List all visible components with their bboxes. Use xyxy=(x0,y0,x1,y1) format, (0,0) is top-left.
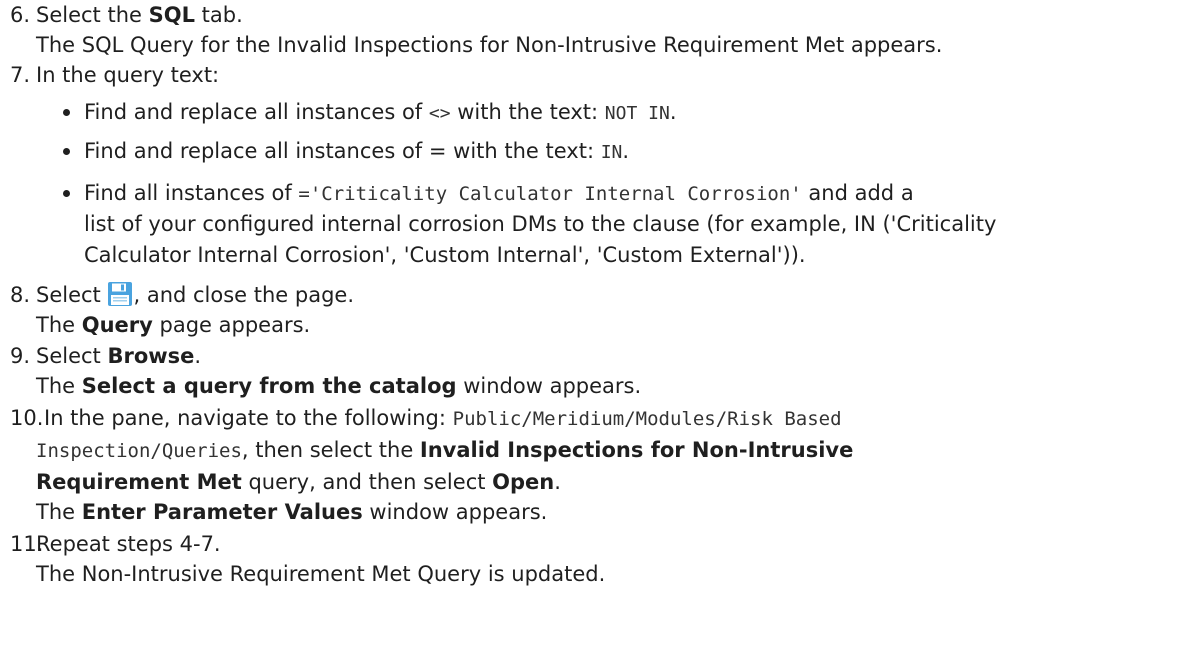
step-7-text: In the query text: xyxy=(36,63,220,87)
step-10-number: 10. xyxy=(10,406,44,430)
step-10-line-2: Inspection/Queries, then select the Inva… xyxy=(36,435,853,466)
step-9-text: Select Browse. xyxy=(36,341,201,371)
step-8-result-post: page appears. xyxy=(152,313,311,337)
bullet-3-line-2: list of your configured internal corrosi… xyxy=(84,212,997,236)
step-9-post: . xyxy=(194,344,202,368)
code-not-equal: <> xyxy=(428,103,451,124)
step-10-result-post: window appears. xyxy=(362,500,548,524)
step-10-mid2: query, and then select xyxy=(241,470,493,494)
step-9-number: 9. xyxy=(10,344,31,368)
step-8-post: , and close the page. xyxy=(133,283,355,307)
step-10-result-pre: The xyxy=(36,500,82,524)
bullet-2-text: Find and replace all instances of = with… xyxy=(84,136,629,168)
step-9-result-pre: The xyxy=(36,374,82,398)
bullet-1-text: Find and replace all instances of <> wit… xyxy=(84,97,677,129)
select-query-window-label: Select a query from the catalog xyxy=(81,374,457,398)
query-name-part-2: Requirement Met xyxy=(36,470,242,494)
bullet-3-post: and add a xyxy=(801,181,914,205)
code-criticality-clause: ='Criticality Calculator Internal Corros… xyxy=(298,183,802,205)
step-9-result-post: window appears. xyxy=(456,374,642,398)
code-not-in: NOT IN xyxy=(604,103,670,124)
enter-parameter-values-label: Enter Parameter Values xyxy=(81,500,363,524)
bullet-2-dot xyxy=(63,148,70,155)
bullet-2-pre: Find and replace all instances of xyxy=(84,139,429,163)
bullet-3-pre: Find all instances of xyxy=(84,181,299,205)
step-9-result: The Select a query from the catalog wind… xyxy=(36,371,641,401)
step-7-number: 7. xyxy=(10,63,31,87)
step-10-pre: In the pane, navigate to the following: xyxy=(44,406,453,430)
step-11-text: Repeat steps 4-7. xyxy=(36,532,221,556)
step-8-text: Select , and close the page. xyxy=(36,280,354,310)
step-9-pre: Select xyxy=(36,344,108,368)
bullet-2-mid: with the text: xyxy=(446,139,601,163)
catalog-path-part-2: Inspection/Queries xyxy=(36,440,242,462)
step-8-pre: Select xyxy=(36,283,108,307)
browse-label: Browse xyxy=(107,344,195,368)
step-10-post: . xyxy=(554,470,561,494)
code-in: IN xyxy=(600,142,623,163)
bullet-3-line-1: Find all instances of ='Criticality Calc… xyxy=(84,178,914,209)
query-page-label: Query xyxy=(81,313,153,337)
bullet-1-post: . xyxy=(669,100,677,124)
bullet-2-post: . xyxy=(622,139,630,163)
step-11-result: The Non-Intrusive Requirement Met Query … xyxy=(36,562,606,586)
sql-tab-label: SQL xyxy=(148,3,195,27)
step-8-result-pre: The xyxy=(36,313,82,337)
step-8-result: The Query page appears. xyxy=(36,310,310,340)
document: 6. Select the SQL tab. The SQL Query for… xyxy=(0,0,1187,659)
catalog-path-part-1: Public/Meridium/Modules/Risk Based xyxy=(452,408,842,430)
step-10-mid: , then select the xyxy=(241,438,420,462)
bullet-3-line-3: Calculator Internal Corrosion', 'Custom … xyxy=(84,243,806,267)
equals-symbol: = xyxy=(428,139,447,163)
step-6-post: tab. xyxy=(194,3,243,27)
step-6-text: Select the SQL tab. xyxy=(36,0,243,30)
step-6-pre: Select the xyxy=(36,3,149,27)
bullet-1-mid: with the text: xyxy=(450,100,605,124)
bullet-1-dot xyxy=(63,109,70,116)
save-icon xyxy=(108,282,133,306)
step-10-line-1: In the pane, navigate to the following: … xyxy=(44,403,842,434)
bullet-3-dot xyxy=(63,190,70,197)
step-8-number: 8. xyxy=(10,283,31,307)
step-10-result: The Enter Parameter Values window appear… xyxy=(36,497,547,527)
open-label: Open xyxy=(492,470,555,494)
step-6-number: 6. xyxy=(10,3,31,27)
step-6-result: The SQL Query for the Invalid Inspection… xyxy=(36,33,943,57)
bullet-1-pre: Find and replace all instances of xyxy=(84,100,429,124)
step-10-line-3: Requirement Met query, and then select O… xyxy=(36,467,561,497)
query-name-part-1: Invalid Inspections for Non-Intrusive xyxy=(419,438,854,462)
